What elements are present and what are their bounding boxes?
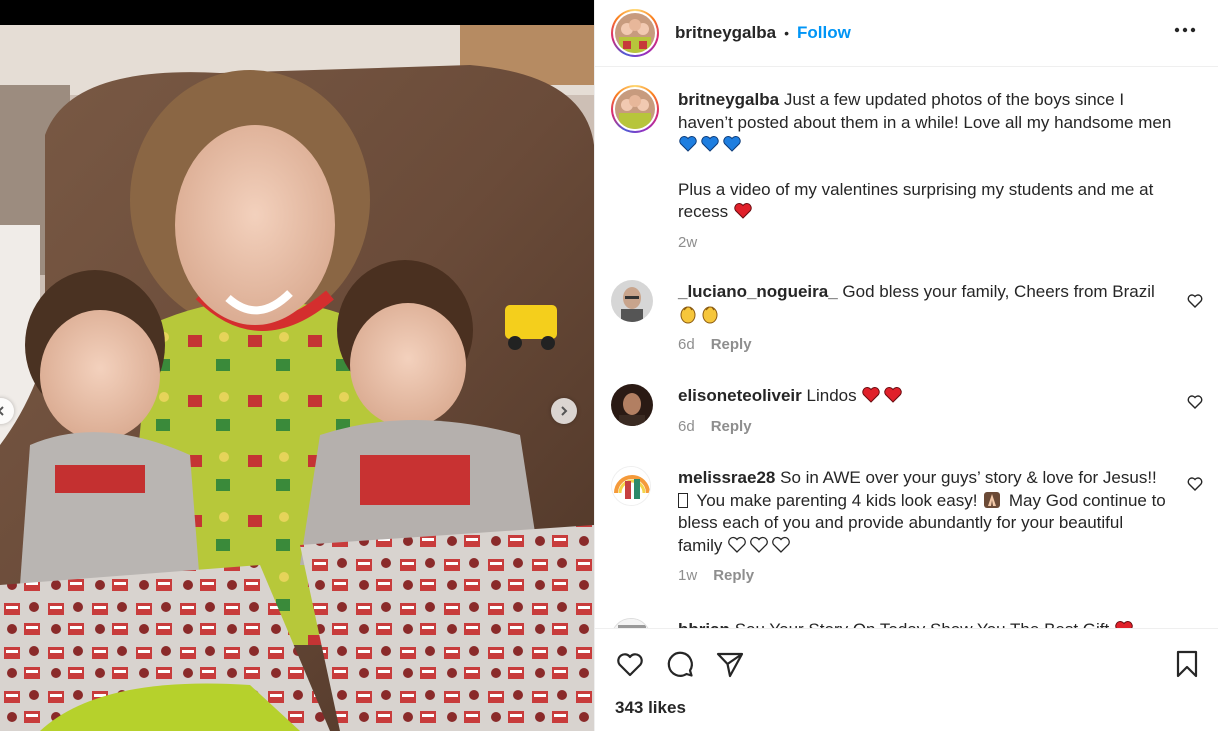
comment-body: bbrian Sou Your Story On Today Show You … — [678, 619, 1178, 628]
avatar-image — [611, 280, 653, 322]
post-photo — [0, 25, 594, 731]
reply-button[interactable]: Reply — [713, 567, 754, 584]
reply-button[interactable]: Reply — [711, 418, 752, 435]
commenter-avatar[interactable] — [611, 466, 651, 506]
avatar-image — [615, 13, 655, 53]
next-photo-button[interactable] — [551, 398, 577, 424]
likes-count[interactable]: 343 likes — [615, 698, 686, 718]
chevron-right-icon — [561, 406, 568, 416]
comment-row: bbrian Sou Your Story On Today Show You … — [611, 618, 1203, 628]
comment-body: elisoneteoliveir Lindos 6d Reply — [678, 385, 1178, 438]
comment-text-part1: So in AWE over your guys’ story & love f… — [780, 468, 1157, 487]
avatar-image — [615, 89, 655, 129]
reply-button[interactable]: Reply — [711, 336, 752, 353]
red-heart-icon — [861, 386, 905, 405]
comment-row: melissrae28 So in AWE over your guys’ st… — [611, 466, 1203, 596]
blue-heart-icon — [678, 135, 744, 154]
paper-plane-icon[interactable] — [715, 649, 745, 679]
like-comment-heart-icon[interactable] — [1187, 394, 1203, 410]
comment-text: God bless your family, Cheers from Brazi… — [842, 282, 1155, 301]
comment-body: _luciano_nogueira_ God bless your family… — [678, 281, 1178, 357]
caption-body: britneygalba Just a few updated photos o… — [678, 89, 1178, 254]
comment-body: melissrae28 So in AWE over your guys’ st… — [678, 467, 1168, 588]
commenter-username[interactable]: bbrian — [678, 620, 730, 628]
red-heart-icon — [734, 203, 752, 219]
caption-text-paragraph2: Plus a video of my valentines surprising… — [678, 179, 1178, 224]
commenter-avatar[interactable] — [611, 618, 651, 628]
comment-row: _luciano_nogueira_ God bless your family… — [611, 280, 1203, 360]
caption-username[interactable]: britneygalba — [678, 90, 779, 109]
comments-list[interactable]: britneygalba Just a few updated photos o… — [595, 68, 1218, 628]
comment-bubble-icon[interactable] — [665, 649, 695, 679]
heart-outline-icon[interactable] — [615, 649, 645, 679]
comment-timestamp[interactable]: 6d — [678, 336, 695, 353]
comment-row: elisoneteoliveir Lindos 6d Reply — [611, 384, 1203, 444]
post-header: britneygalba • Follow — [595, 0, 1218, 67]
follow-button[interactable]: Follow — [797, 23, 851, 43]
avatar-image — [611, 384, 653, 426]
more-horizontal-icon — [1174, 27, 1196, 33]
comment-meta: 6d Reply — [678, 416, 1178, 439]
praying-hands-icon — [984, 491, 1001, 508]
chevron-left-icon — [0, 406, 4, 416]
commenter-username[interactable]: elisoneteoliveir — [678, 386, 802, 405]
caption-avatar[interactable] — [611, 85, 659, 133]
separator-dot: • — [784, 25, 789, 41]
post-side-panel: britneygalba • Follow britneygalba Just … — [594, 0, 1218, 731]
more-options-button[interactable] — [1173, 18, 1197, 42]
comment-text: Sou Your Story On Today Show You The Bes… — [735, 620, 1110, 628]
clapping-hands-icon — [678, 305, 722, 324]
bookmark-icon[interactable] — [1172, 649, 1202, 679]
avatar-image — [612, 467, 650, 505]
comment-meta: 6d Reply — [678, 334, 1178, 357]
commenter-username[interactable]: melissrae28 — [678, 468, 775, 487]
commenter-avatar[interactable] — [611, 280, 653, 322]
post-media — [0, 0, 594, 731]
caption-timestamp[interactable]: 2w — [678, 234, 697, 251]
commenter-username[interactable]: _luciano_nogueira_ — [678, 282, 838, 301]
red-heart-icon — [1115, 621, 1133, 628]
missing-glyph-icon — [678, 492, 688, 508]
media-top-bar — [0, 0, 594, 25]
comment-timestamp[interactable]: 1w — [678, 567, 697, 584]
comment-meta: 1w Reply — [678, 565, 1168, 588]
author-username[interactable]: britneygalba — [675, 23, 776, 43]
caption-meta: 2w — [678, 232, 1178, 255]
comment-text: Lindos — [806, 386, 857, 405]
author-avatar[interactable] — [611, 9, 659, 57]
like-comment-heart-icon[interactable] — [1187, 476, 1203, 492]
avatar-image — [612, 619, 650, 628]
white-heart-icon — [727, 536, 793, 555]
like-comment-heart-icon[interactable] — [1187, 293, 1203, 309]
caption-text: britneygalba Just a few updated photos o… — [678, 89, 1178, 157]
action-bar: 343 likes — [595, 628, 1218, 731]
comment-timestamp[interactable]: 6d — [678, 418, 695, 435]
commenter-avatar[interactable] — [611, 384, 653, 426]
comment-text-part2: You make parenting 4 kids look easy! — [696, 490, 978, 510]
caption-row: britneygalba Just a few updated photos o… — [611, 85, 1203, 255]
